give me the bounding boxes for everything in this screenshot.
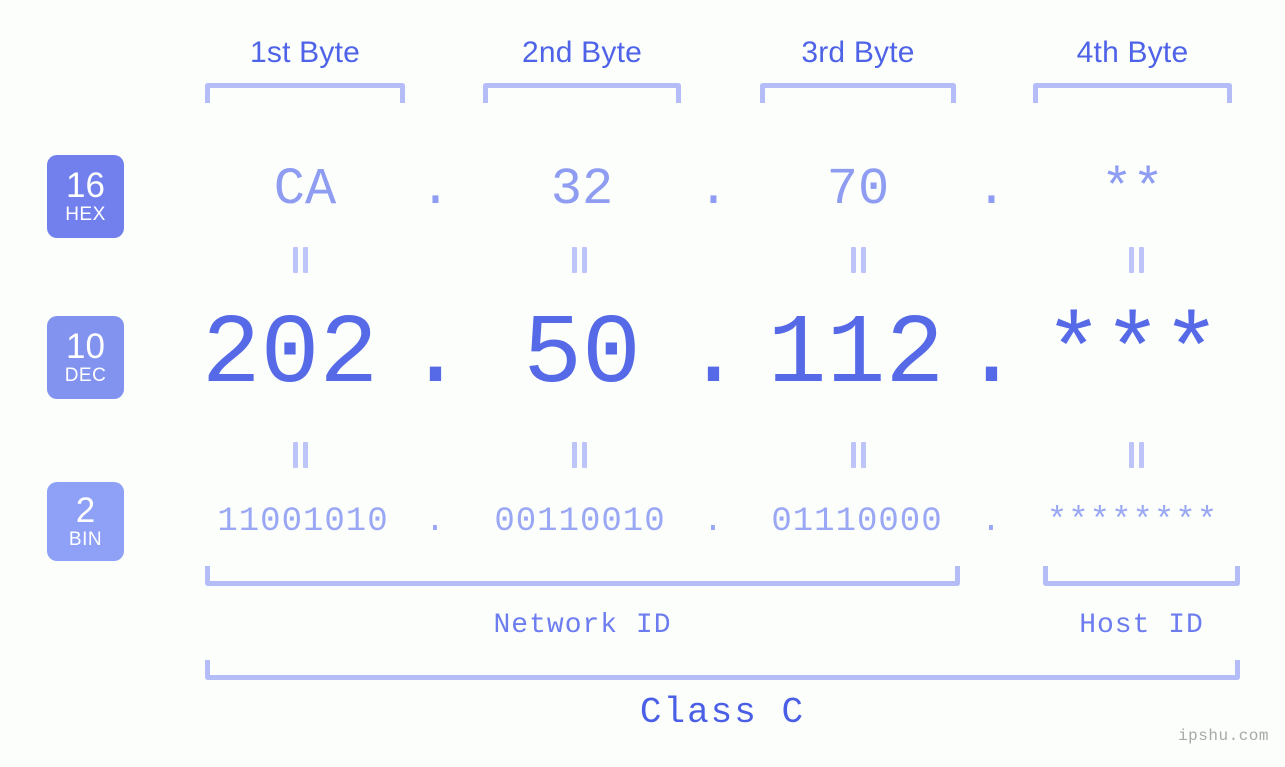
dec-row: 202 . 50 . 112 . *** — [0, 296, 1285, 416]
bin-byte-4: ******** — [1046, 503, 1219, 541]
dec-byte-2: 50 — [523, 300, 641, 411]
equals-mark-hex-dec-1 — [292, 247, 310, 273]
dec-byte-1: 202 — [201, 300, 379, 411]
bin-row: 11001010 . 00110010 . 01110000 . *******… — [0, 492, 1285, 552]
bin-byte-1: 11001010 — [217, 503, 389, 541]
byte-bracket-1 — [205, 83, 405, 103]
dec-separator-2: . — [684, 300, 743, 411]
hex-byte-1: CA — [273, 160, 337, 219]
byte-header-4: 4th Byte — [1076, 36, 1189, 69]
class-bracket — [205, 660, 1240, 680]
equals-mark-hex-dec-3 — [850, 247, 868, 273]
bin-byte-3: 01110000 — [771, 503, 943, 541]
byte-bracket-3 — [760, 83, 956, 103]
hex-byte-4: ** — [1101, 160, 1164, 219]
equals-mark-dec-bin-3 — [850, 442, 868, 468]
host-id-label: Host ID — [1079, 610, 1204, 641]
equals-mark-dec-bin-2 — [571, 442, 589, 468]
class-label: Class C — [639, 692, 806, 733]
hex-separator-3: . — [975, 160, 1008, 219]
dec-byte-3: 112 — [767, 300, 945, 411]
equals-mark-dec-bin-1 — [292, 442, 310, 468]
host-id-bracket — [1043, 566, 1240, 586]
hex-separator-2: . — [697, 160, 730, 219]
dec-separator-1: . — [406, 300, 465, 411]
site-watermark: ipshu.com — [1178, 727, 1269, 745]
bin-byte-2: 00110010 — [494, 503, 666, 541]
byte-header-2: 2nd Byte — [521, 36, 643, 69]
hex-byte-2: 32 — [550, 160, 614, 219]
hex-row: CA . 32 . 70 . ** — [0, 150, 1285, 230]
network-id-bracket — [205, 566, 960, 586]
equals-mark-dec-bin-4 — [1128, 442, 1146, 468]
bin-separator-3: . — [980, 503, 1003, 541]
dec-separator-3: . — [962, 300, 1021, 411]
equals-mark-hex-dec-2 — [571, 247, 589, 273]
ip-address-diagram: 1st Byte 2nd Byte 3rd Byte 4th Byte 16 H… — [0, 0, 1285, 767]
byte-bracket-2 — [483, 83, 681, 103]
equals-mark-hex-dec-4 — [1128, 247, 1146, 273]
byte-header-1: 1st Byte — [250, 36, 360, 69]
bin-separator-2: . — [702, 503, 725, 541]
hex-separator-1: . — [419, 160, 452, 219]
byte-bracket-4 — [1033, 83, 1232, 103]
hex-byte-3: 70 — [826, 160, 890, 219]
bin-separator-1: . — [424, 503, 447, 541]
dec-byte-4: *** — [1044, 300, 1221, 411]
network-id-label: Network ID — [493, 610, 672, 641]
byte-header-3: 3rd Byte — [801, 36, 915, 69]
